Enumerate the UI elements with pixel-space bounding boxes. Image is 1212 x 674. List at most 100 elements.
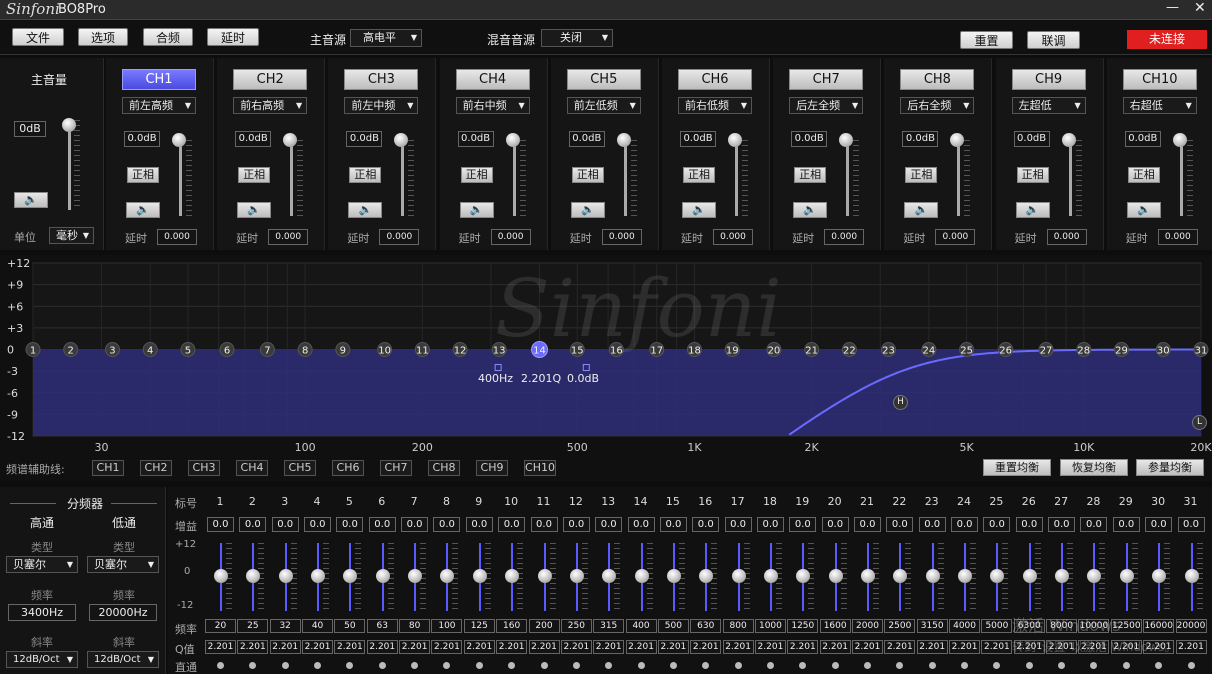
eq-gain-input[interactable]: 0.0 — [239, 517, 267, 532]
eq-bypass-toggle[interactable] — [281, 662, 289, 669]
eq-gain-input[interactable]: 0.0 — [1177, 517, 1205, 532]
eq-gain-input[interactable]: 0.0 — [1080, 517, 1108, 532]
channel-volume-knob[interactable] — [172, 133, 186, 147]
delay-button[interactable]: 延时 — [207, 28, 259, 46]
highpass-slope-select[interactable]: 12dB/Oct — [6, 651, 78, 668]
channel-volume-knob[interactable] — [505, 133, 520, 147]
eq-bypass-toggle[interactable] — [217, 662, 224, 669]
eq-q-input[interactable]: 2.201 — [269, 640, 301, 654]
eq-gain-knob[interactable] — [828, 569, 843, 583]
eq-q-input[interactable]: 2.201 — [819, 640, 851, 654]
eq-bypass-toggle[interactable] — [637, 662, 645, 669]
eq-gain-input[interactable]: 0.0 — [465, 517, 493, 532]
eq-bypass-toggle[interactable] — [669, 662, 677, 669]
connection-status-badge[interactable]: 未连接 — [1127, 30, 1207, 49]
eq-gain-knob[interactable] — [375, 569, 390, 583]
eq-gain-knob[interactable] — [311, 569, 326, 583]
eq-gain-knob[interactable] — [634, 569, 649, 583]
channel-delay-input[interactable]: 0.000 — [601, 229, 642, 245]
channel-mute-button[interactable]: 🔈 — [1126, 202, 1161, 218]
eq-q-input[interactable]: 2.201 — [722, 640, 754, 654]
channel-gain-value[interactable]: 0.0dB — [1124, 131, 1161, 147]
eq-q-input[interactable]: 2.201 — [205, 640, 236, 654]
highpass-type-select[interactable]: 贝塞尔 — [6, 556, 78, 573]
eq-gain-knob[interactable] — [214, 569, 228, 583]
channel-position-select[interactable]: 前右低频 — [678, 97, 752, 114]
eq-gain-input[interactable]: 0.0 — [756, 517, 784, 532]
eq-freq-input[interactable]: 63 — [366, 619, 398, 633]
file-button[interactable]: 文件 — [12, 28, 64, 46]
eq-gain-input[interactable]: 0.0 — [951, 517, 979, 532]
eq-freq-input[interactable]: 250 — [560, 619, 592, 633]
eq-q-input[interactable]: 2.201 — [366, 640, 398, 654]
channel-position-select[interactable]: 后右全频 — [900, 97, 975, 114]
eq-gain-input[interactable]: 0.0 — [692, 517, 720, 532]
eq-gain-knob[interactable] — [763, 569, 778, 583]
channel-volume-knob[interactable] — [1172, 133, 1187, 147]
channel-position-select[interactable]: 后左全频 — [789, 97, 864, 114]
freq-assist-ch10[interactable]: CH10 — [524, 460, 556, 476]
link-button[interactable]: 联调 — [1027, 31, 1080, 49]
channel-mute-button[interactable]: 🔈 — [459, 202, 494, 218]
channel-delay-input[interactable]: 0.000 — [935, 229, 976, 245]
eq-freq-input[interactable]: 800 — [722, 619, 754, 633]
mix-source-select[interactable]: 关闭 — [541, 29, 613, 47]
eq-freq-input[interactable]: 16000 — [1143, 619, 1175, 633]
highpass-freq-input[interactable]: 3400Hz — [8, 604, 76, 621]
eq-bypass-toggle[interactable] — [314, 662, 322, 669]
lowpass-type-select[interactable]: 贝塞尔 — [87, 556, 159, 573]
eq-gain-input[interactable]: 0.0 — [498, 517, 526, 532]
eq-gain-knob[interactable] — [731, 569, 746, 583]
eq-freq-input[interactable]: 20000 — [1175, 619, 1207, 633]
eq-freq-input[interactable]: 40 — [302, 619, 334, 633]
eq-gain-input[interactable]: 0.0 — [724, 517, 752, 532]
channel-delay-input[interactable]: 0.000 — [379, 229, 420, 245]
freq-assist-ch8[interactable]: CH8 — [428, 460, 460, 476]
eq-q-input[interactable]: 2.201 — [916, 640, 948, 654]
channel-position-select[interactable]: 前左中频 — [344, 97, 419, 114]
channel-phase-button[interactable]: 正相 — [238, 167, 271, 183]
freq-assist-ch1[interactable]: CH1 — [92, 460, 124, 476]
channel-delay-input[interactable]: 0.000 — [490, 229, 531, 245]
master-volume-value[interactable]: 0dB — [14, 121, 46, 137]
eq-gain-knob[interactable] — [666, 569, 681, 583]
eq-gain-input[interactable]: 0.0 — [821, 517, 849, 532]
channel-mute-button[interactable]: 🔈 — [1015, 202, 1050, 218]
channel-position-select[interactable]: 右超低 — [1122, 97, 1197, 114]
eq-bypass-toggle[interactable] — [734, 662, 742, 669]
eq-gain-input[interactable]: 0.0 — [1112, 517, 1140, 532]
freq-assist-ch7[interactable]: CH7 — [380, 460, 412, 476]
eq-q-input[interactable]: 2.201 — [431, 640, 463, 654]
channel-tab-ch5[interactable]: CH5 — [566, 69, 641, 90]
eq-gain-input[interactable]: 0.0 — [530, 517, 558, 532]
eq-bypass-toggle[interactable] — [1122, 662, 1130, 669]
channel-phase-button[interactable]: 正相 — [349, 167, 382, 183]
eq-freq-input[interactable]: 2000 — [852, 619, 883, 633]
channel-phase-button[interactable]: 正相 — [683, 167, 715, 183]
eq-freq-input[interactable]: 2500 — [884, 619, 916, 633]
channel-tab-ch7[interactable]: CH7 — [789, 69, 864, 90]
eq-gain-input[interactable]: 0.0 — [1145, 517, 1173, 532]
eq-bypass-toggle[interactable] — [864, 662, 871, 669]
options-button[interactable]: 选项 — [78, 28, 128, 46]
eq-gain-knob[interactable] — [472, 569, 487, 583]
lowpass-marker[interactable]: L — [1192, 415, 1207, 430]
channel-phase-button[interactable]: 正相 — [794, 167, 827, 183]
eq-gain-input[interactable]: 0.0 — [433, 517, 461, 532]
eq-q-input[interactable]: 2.201 — [560, 640, 592, 654]
eq-gain-knob[interactable] — [1184, 569, 1199, 583]
eq-freq-input[interactable]: 4000 — [949, 619, 981, 633]
channel-volume-knob[interactable] — [616, 133, 631, 147]
eq-bypass-toggle[interactable] — [928, 662, 936, 669]
eq-q-input[interactable]: 2.201 — [884, 640, 916, 654]
eq-bypass-toggle[interactable] — [572, 662, 580, 669]
eq-gain-input[interactable]: 0.0 — [983, 517, 1011, 532]
eq-freq-input[interactable]: 200 — [528, 619, 560, 633]
channel-phase-button[interactable]: 正相 — [127, 167, 159, 183]
unit-select[interactable]: 毫秒 — [49, 227, 94, 244]
channel-gain-value[interactable]: 0.0dB — [346, 131, 383, 147]
freq-assist-ch6[interactable]: CH6 — [332, 460, 364, 476]
highpass-marker[interactable]: H — [893, 395, 908, 410]
eq-gain-knob[interactable] — [278, 569, 293, 583]
eq-gain-input[interactable]: 0.0 — [271, 517, 299, 532]
